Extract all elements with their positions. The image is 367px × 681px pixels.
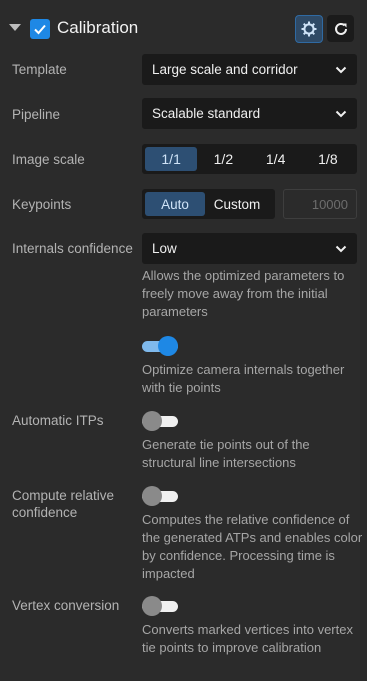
chevron-down-icon [335, 110, 347, 117]
keypoints-label: Keypoints [12, 197, 72, 212]
automatic-itps-label: Automatic ITPs [12, 413, 104, 428]
settings-button[interactable] [295, 15, 323, 43]
checkmark-icon [34, 24, 46, 35]
internals-confidence-label: Internals confidence [12, 241, 133, 256]
pipeline-value: Scalable standard [152, 106, 261, 121]
toggle-knob [158, 336, 178, 356]
relative-confidence-label: Compute relative confidence [12, 488, 115, 520]
chevron-down-icon [335, 66, 347, 73]
vertex-conversion-label: Vertex conversion [12, 598, 120, 613]
vertex-conversion-help: Converts marked vertices into vertex tie… [142, 622, 353, 655]
toggle-knob [142, 486, 162, 506]
pipeline-dropdown[interactable]: Scalable standard [142, 98, 357, 129]
reset-button[interactable] [327, 15, 354, 42]
toggle-knob [142, 596, 162, 616]
refresh-icon [334, 22, 347, 35]
template-label: Template [12, 62, 67, 77]
calibration-checkbox[interactable] [30, 19, 50, 39]
gear-icon [301, 21, 317, 37]
internals-confidence-help: Allows the optimized parameters to freel… [142, 268, 345, 319]
optimize-internals-help: Optimize camera internals together with … [142, 362, 345, 395]
image-scale-option-1-2[interactable]: 1/2 [197, 147, 249, 171]
image-scale-label: Image scale [12, 152, 85, 167]
toggle-knob [142, 411, 162, 431]
relative-confidence-toggle[interactable] [142, 486, 178, 506]
vertex-conversion-toggle[interactable] [142, 596, 178, 616]
section-title: Calibration [57, 18, 139, 37]
image-scale-option-1-4[interactable]: 1/4 [250, 147, 302, 171]
keypoints-mode-selector: Auto Custom [142, 189, 275, 219]
keypoints-count-input[interactable] [283, 189, 357, 219]
keypoints-custom-button[interactable]: Custom [205, 192, 269, 216]
template-dropdown[interactable]: Large scale and corridor [142, 54, 357, 85]
template-value: Large scale and corridor [152, 62, 298, 77]
image-scale-selector: 1/1 1/2 1/4 1/8 [142, 144, 357, 174]
automatic-itps-help: Generate tie points out of the structura… [142, 437, 310, 470]
relative-confidence-help: Computes the relative confidence of the … [142, 512, 363, 581]
internals-confidence-dropdown[interactable]: Low [142, 233, 357, 264]
pipeline-label: Pipeline [12, 107, 61, 122]
collapse-arrow-icon[interactable] [9, 24, 21, 31]
internals-confidence-value: Low [152, 241, 177, 256]
image-scale-option-1-1[interactable]: 1/1 [145, 147, 198, 171]
optimize-internals-toggle[interactable] [142, 336, 178, 356]
keypoints-auto-button[interactable]: Auto [145, 192, 205, 216]
automatic-itps-toggle[interactable] [142, 411, 178, 431]
chevron-down-icon [335, 245, 347, 252]
image-scale-option-1-8[interactable]: 1/8 [302, 147, 354, 171]
